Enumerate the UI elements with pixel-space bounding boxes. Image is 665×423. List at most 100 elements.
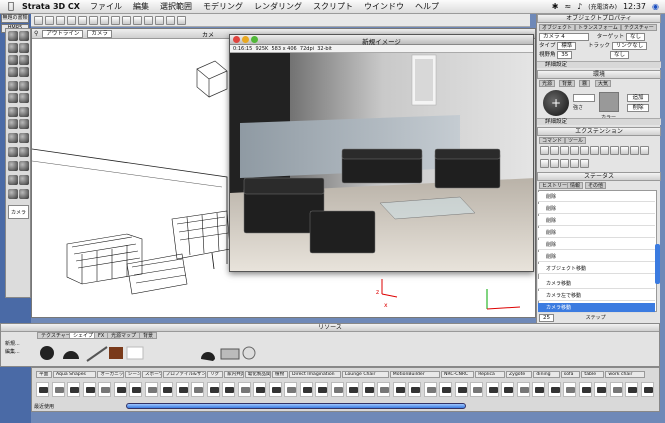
tab-other[interactable]: その他: [585, 182, 607, 189]
object-name-field[interactable]: カメラ 4: [539, 33, 589, 41]
ext-16-icon[interactable]: [580, 158, 589, 168]
library-item-thumbnail[interactable]: [191, 382, 204, 397]
library-tab[interactable]: オーガニック: [97, 371, 124, 378]
clock[interactable]: 12:37: [623, 2, 646, 11]
history-item[interactable]: 削除: [538, 240, 655, 250]
library-item-thumbnail[interactable]: [67, 382, 80, 397]
apple-menu-icon[interactable]: : [0, 1, 22, 12]
ext-5-icon[interactable]: [580, 146, 589, 155]
fit-select[interactable]: なし: [610, 51, 630, 59]
library-item-thumbnail[interactable]: [625, 382, 638, 397]
history-item[interactable]: 削除: [538, 204, 655, 214]
library-tab[interactable]: スポーツ: [142, 371, 162, 378]
shape-tool-1-icon[interactable]: [8, 81, 18, 91]
camera-select[interactable]: カメラ: [87, 29, 112, 38]
library-item-thumbnail[interactable]: [392, 382, 406, 397]
library-tab[interactable]: Direct Imagination: [289, 371, 341, 378]
library-item-thumbnail[interactable]: [268, 382, 282, 397]
library-item-thumbnail[interactable]: [423, 382, 437, 397]
library-tab[interactable]: 植物: [272, 371, 288, 378]
shape-tool-2-icon[interactable]: [19, 81, 29, 91]
ext-14-icon[interactable]: [560, 158, 569, 168]
tab-object[interactable]: オブジェクト: [539, 24, 576, 31]
library-tab[interactable]: リグ: [207, 371, 223, 378]
library-tab[interactable]: 家内共具: [224, 371, 244, 378]
ext-4-icon[interactable]: [570, 146, 579, 155]
library-item-thumbnail[interactable]: [532, 382, 545, 397]
undo-icon[interactable]: [111, 15, 120, 25]
bluetooth-icon[interactable]: ✱: [552, 2, 559, 11]
select-tool-icon[interactable]: [19, 31, 29, 41]
ext-12-icon[interactable]: [540, 158, 549, 168]
desktop-icon-untitled[interactable]: 無題の書類: [1, 14, 29, 23]
ext-3-icon[interactable]: [560, 146, 569, 155]
terrain-tool-icon[interactable]: [8, 189, 18, 199]
library-item-thumbnail[interactable]: [206, 382, 220, 397]
library-tab[interactable]: NRC-CNRC: [441, 371, 475, 378]
ambient-light-icon[interactable]: +: [543, 90, 569, 116]
tab-command[interactable]: コマンド: [539, 137, 566, 144]
library-item-thumbnail[interactable]: [470, 382, 483, 397]
ext-2-icon[interactable]: [550, 146, 559, 155]
library-item-thumbnail[interactable]: [82, 382, 96, 397]
tab-light[interactable]: 光源: [539, 80, 556, 87]
print-icon[interactable]: [67, 15, 76, 25]
cone-tool-icon[interactable]: [19, 119, 29, 129]
history-item[interactable]: 削除: [538, 192, 655, 202]
lathe-tool-icon[interactable]: [8, 147, 18, 157]
library-item-thumbnail[interactable]: [640, 382, 654, 397]
tab-background-resource[interactable]: 背景: [139, 332, 158, 339]
wifi-icon[interactable]: ≈: [564, 2, 571, 11]
copy-icon[interactable]: [89, 15, 98, 25]
library-tab[interactable]: Replica: [475, 371, 505, 378]
history-item[interactable]: カメラ左で移動: [538, 291, 655, 301]
ext-15-icon[interactable]: [570, 158, 579, 168]
library-item-thumbnail[interactable]: [129, 382, 142, 397]
ext-6-icon[interactable]: [590, 146, 599, 155]
add-light-button[interactable]: 追加: [627, 94, 649, 102]
ext-7-icon[interactable]: [600, 146, 609, 155]
shape-tool-4-icon[interactable]: [19, 93, 29, 103]
view-mode-select[interactable]: アウトライン: [42, 29, 84, 38]
color-swatch[interactable]: [599, 92, 619, 112]
menu-rendering[interactable]: レンダリング: [254, 1, 302, 12]
library-item-thumbnail[interactable]: [284, 382, 297, 397]
save-icon[interactable]: [56, 15, 65, 25]
library-tab[interactable]: Aqua Shapes: [53, 371, 97, 378]
paint-tool-icon[interactable]: [19, 67, 29, 77]
menu-modeling[interactable]: モデリング: [203, 1, 243, 12]
eyedropper-tool-icon[interactable]: [8, 67, 18, 77]
menu-window[interactable]: ウインドウ: [364, 1, 404, 12]
library-tab[interactable]: sofa: [560, 371, 581, 378]
tab-tool[interactable]: ツール: [565, 137, 587, 144]
sphere-tool-icon[interactable]: [8, 107, 18, 117]
library-item-thumbnail[interactable]: [175, 382, 189, 397]
library-item-thumbnail[interactable]: [609, 382, 623, 397]
app-menu[interactable]: Strata 3D CX: [22, 2, 80, 11]
target-select[interactable]: なし: [626, 33, 646, 41]
library-tab[interactable]: work chair: [605, 371, 646, 378]
spotlight-icon[interactable]: ◉: [652, 2, 659, 11]
pan-tool-icon[interactable]: [19, 55, 29, 65]
library-item-thumbnail[interactable]: [377, 382, 390, 397]
history-item[interactable]: カメラ移動: [538, 279, 655, 289]
cut-icon[interactable]: [78, 15, 87, 25]
history-scrollbar[interactable]: [655, 244, 660, 284]
menu-file[interactable]: ファイル: [90, 1, 122, 12]
edit-resource-button[interactable]: 編集...: [5, 348, 20, 356]
environment-detail-section[interactable]: 詳細設定: [537, 118, 661, 125]
type-select[interactable]: 標準: [557, 42, 577, 50]
menu-script[interactable]: スクリプト: [313, 1, 353, 12]
ext-11-icon[interactable]: [640, 146, 649, 155]
library-item-thumbnail[interactable]: [439, 382, 452, 397]
new-resource-button[interactable]: 新規...: [5, 340, 20, 348]
library-item-thumbnail[interactable]: [547, 382, 561, 397]
camera-icon[interactable]: [155, 15, 164, 25]
tab-history[interactable]: ヒストリー: [539, 182, 571, 189]
library-item-thumbnail[interactable]: [315, 382, 328, 397]
ext-1-icon[interactable]: [540, 146, 549, 155]
render-icon[interactable]: [133, 15, 142, 25]
library-item-thumbnail[interactable]: [330, 382, 344, 397]
camera-tool-button[interactable]: カメラ: [8, 205, 29, 219]
library-item-thumbnail[interactable]: [594, 382, 607, 397]
